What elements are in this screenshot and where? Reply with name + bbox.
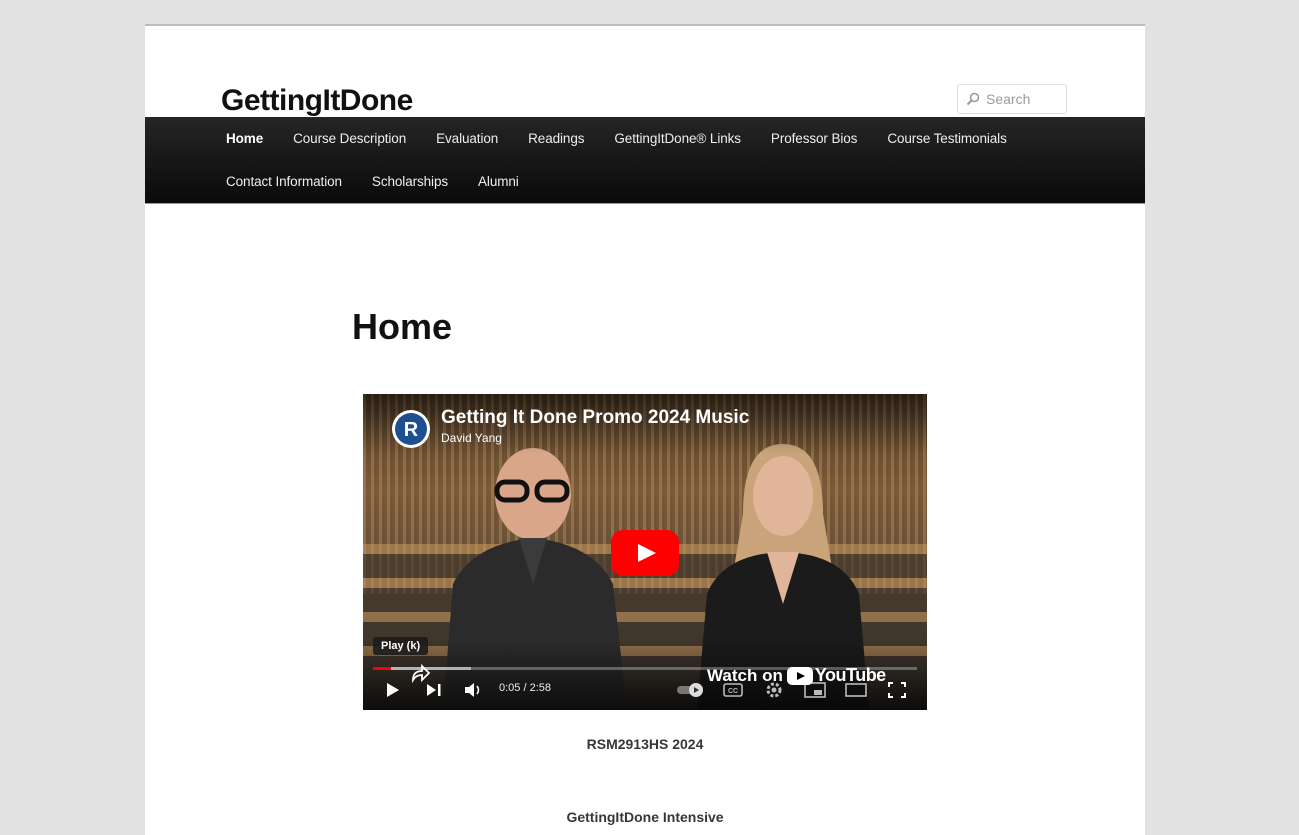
share-icon[interactable]	[409, 662, 431, 684]
watch-on-youtube-link[interactable]: Watch on YouTube	[707, 665, 886, 686]
svg-text:CC: CC	[728, 688, 738, 695]
video-play-button[interactable]	[611, 530, 679, 576]
play-icon	[638, 544, 656, 562]
search-icon	[966, 92, 980, 106]
site-title[interactable]: GettingItDone	[221, 83, 413, 119]
nav-item-readings[interactable]: Readings	[513, 117, 599, 160]
page-title: Home	[352, 306, 453, 347]
youtube-logo: YouTube	[786, 665, 886, 686]
nav-item-course-testimonials[interactable]: Course Testimonials	[872, 117, 1021, 160]
youtube-wordmark: YouTube	[814, 665, 886, 685]
volume-icon[interactable]	[463, 681, 483, 699]
nav-item-contact-information[interactable]: Contact Information	[211, 160, 357, 203]
nav-item-course-description[interactable]: Course Description	[278, 117, 421, 160]
svg-text:R: R	[404, 419, 419, 441]
nav-item-home[interactable]: Home	[211, 117, 278, 160]
main-nav: Home Course Description Evaluation Readi…	[145, 117, 1145, 204]
channel-avatar[interactable]: R	[392, 410, 430, 448]
nav-item-evaluation[interactable]: Evaluation	[421, 117, 513, 160]
video-player[interactable]: R Getting It Done Promo 2024 Music David…	[363, 394, 927, 710]
search-box[interactable]	[957, 84, 1067, 114]
autoplay-toggle-icon[interactable]	[675, 682, 707, 698]
play-control-icon[interactable]	[385, 681, 401, 699]
youtube-play-icon	[786, 666, 813, 685]
caption-course-code: RSM2913HS 2024	[586, 736, 704, 752]
search-input[interactable]	[986, 91, 1056, 107]
video-channel[interactable]: David Yang	[441, 431, 502, 445]
progress-played	[373, 667, 392, 670]
nav-item-gettingitdone-links[interactable]: GettingItDone® Links	[599, 117, 756, 160]
nav-item-professor-bios[interactable]: Professor Bios	[756, 117, 872, 160]
progress-buffered	[391, 667, 471, 670]
channel-logo-icon: R	[395, 413, 427, 445]
play-tooltip: Play (k)	[373, 637, 429, 655]
fullscreen-icon[interactable]	[887, 681, 907, 699]
watch-on-label: Watch on	[707, 665, 783, 685]
video-title[interactable]: Getting It Done Promo 2024 Music	[441, 406, 749, 430]
video-time: 0:05 / 2:58	[499, 682, 551, 694]
nav-item-alumni[interactable]: Alumni	[463, 160, 534, 203]
caption-intensive: GettingItDone Intensive	[566, 809, 724, 825]
nav-item-scholarships[interactable]: Scholarships	[357, 160, 463, 203]
next-icon[interactable]	[425, 682, 443, 698]
page: GettingItDone Home Course Description Ev…	[145, 24, 1145, 835]
